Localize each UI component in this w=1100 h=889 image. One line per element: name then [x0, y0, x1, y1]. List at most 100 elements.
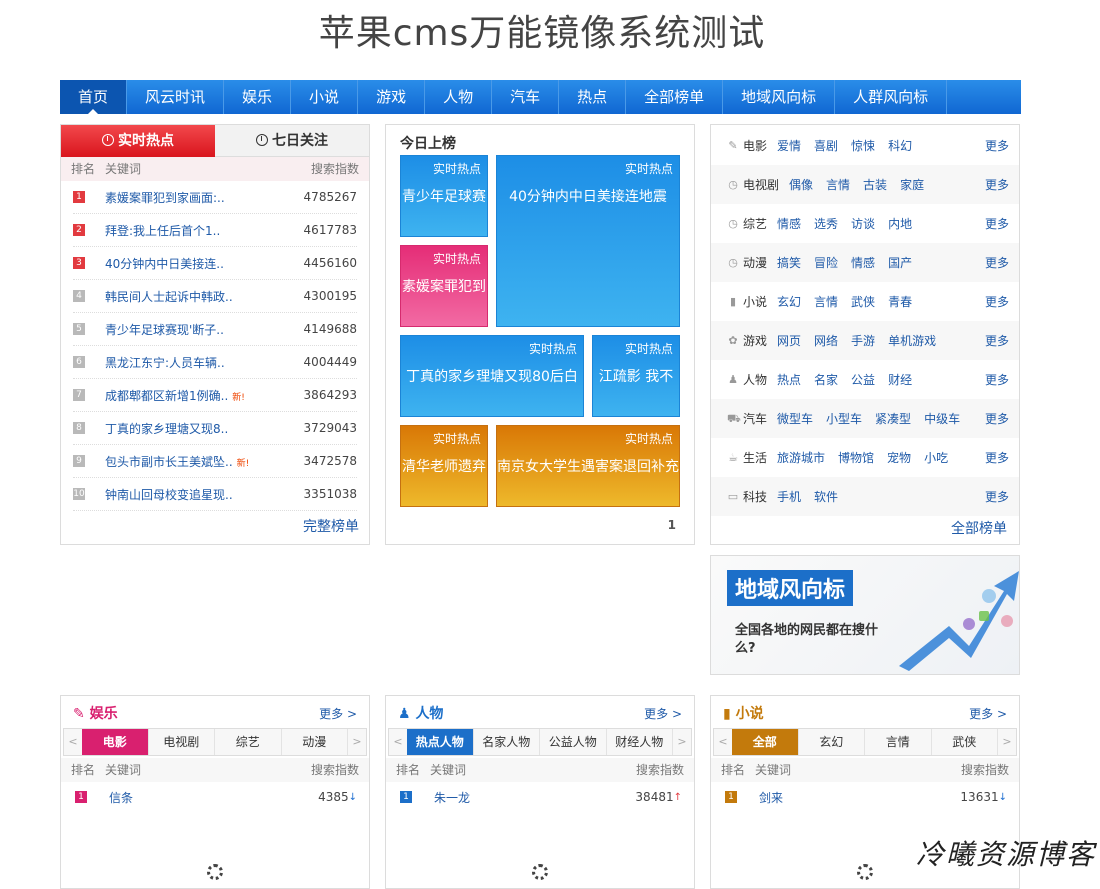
bottom-tab[interactable]: 名家人物: [474, 729, 540, 755]
subcategory-link[interactable]: 科幻: [888, 137, 912, 154]
subcategory-link[interactable]: 情感: [851, 254, 875, 271]
nav-item[interactable]: 人物: [425, 80, 493, 114]
subcategory-link[interactable]: 国产: [888, 254, 912, 271]
subcategory-link[interactable]: 公益: [851, 371, 875, 388]
prev-arrow-icon[interactable]: <: [389, 729, 407, 755]
more-link[interactable]: 更多: [985, 410, 1009, 427]
tab-seven-day[interactable]: 七日关注: [215, 125, 369, 157]
subcategory-link[interactable]: 财经: [888, 371, 912, 388]
category-name[interactable]: 汽车: [743, 410, 767, 427]
category-name[interactable]: 电影: [743, 137, 767, 154]
hot-tile[interactable]: 实时热点 素媛案罪犯到: [400, 245, 488, 327]
subcategory-link[interactable]: 名家: [814, 371, 838, 388]
rank-keyword[interactable]: 素媛案罪犯到家画面:..: [105, 189, 297, 206]
subcategory-link[interactable]: 选秀: [814, 215, 838, 232]
category-name[interactable]: 科技: [743, 488, 767, 505]
category-name[interactable]: 人物: [743, 371, 767, 388]
subcategory-link[interactable]: 玄幻: [777, 293, 801, 310]
subcategory-link[interactable]: 惊悚: [851, 137, 875, 154]
subcategory-link[interactable]: 喜剧: [814, 137, 838, 154]
subcategory-link[interactable]: 手机: [777, 488, 801, 505]
more-link[interactable]: 更多: [985, 488, 1009, 505]
category-name[interactable]: 游戏: [743, 332, 767, 349]
rank-row[interactable]: 8 丁真的家乡理塘又现8.. 3729043: [73, 412, 357, 445]
bottom-tab[interactable]: 武侠: [932, 729, 998, 755]
hot-tile[interactable]: 实时热点 40分钟内中日美接连地震: [496, 155, 680, 327]
more-link[interactable]: 更多: [985, 176, 1009, 193]
subcategory-link[interactable]: 微型车: [777, 410, 813, 427]
more-link[interactable]: 更多: [985, 449, 1009, 466]
bottom-tab[interactable]: 电影: [82, 729, 149, 755]
hot-tile[interactable]: 实时热点 清华老师遗弃: [400, 425, 488, 507]
more-link[interactable]: 更多: [985, 332, 1009, 349]
bottom-tab[interactable]: 言情: [865, 729, 932, 755]
prev-arrow-icon[interactable]: <: [64, 729, 82, 755]
subcategory-link[interactable]: 宠物: [887, 449, 911, 466]
subcategory-link[interactable]: 内地: [888, 215, 912, 232]
more-link[interactable]: 更多 >: [319, 705, 357, 722]
nav-item[interactable]: 娱乐: [224, 80, 292, 114]
bottom-tab[interactable]: 玄幻: [799, 729, 865, 755]
tab-realtime-hot[interactable]: 实时热点: [61, 125, 215, 157]
subcategory-link[interactable]: 热点: [777, 371, 801, 388]
rank-row[interactable]: 1 朱一龙 38481 ↑: [386, 782, 694, 812]
rank-keyword[interactable]: 钟南山回母校变追星现..: [105, 486, 297, 503]
hot-tile[interactable]: 实时热点 南京女大学生遇害案退回补充: [496, 425, 680, 507]
subcategory-link[interactable]: 紧凑型: [875, 410, 911, 427]
subcategory-link[interactable]: 爱情: [777, 137, 801, 154]
nav-item[interactable]: 首页: [60, 80, 128, 114]
more-link[interactable]: 更多: [985, 215, 1009, 232]
hot-tile[interactable]: 实时热点 青少年足球赛: [400, 155, 488, 237]
next-arrow-icon[interactable]: >: [348, 729, 366, 755]
all-lists-link[interactable]: 全部榜单: [951, 518, 1007, 538]
subcategory-link[interactable]: 青春: [888, 293, 912, 310]
bottom-tab[interactable]: 热点人物: [407, 729, 474, 755]
subcategory-link[interactable]: 网络: [814, 332, 838, 349]
rank-row[interactable]: 1 信条 4385 ↓: [61, 782, 369, 812]
category-name[interactable]: 电视剧: [743, 176, 779, 193]
nav-item[interactable]: 地域风向标: [723, 80, 836, 114]
subcategory-link[interactable]: 博物馆: [838, 449, 874, 466]
more-link[interactable]: 更多: [985, 293, 1009, 310]
next-arrow-icon[interactable]: >: [998, 729, 1016, 755]
subcategory-link[interactable]: 古装: [863, 176, 887, 193]
subcategory-link[interactable]: 言情: [814, 293, 838, 310]
more-link[interactable]: 更多: [985, 137, 1009, 154]
rank-keyword[interactable]: 韩民间人士起诉中韩政..: [105, 288, 297, 305]
rank-keyword[interactable]: 40分钟内中日美接连..: [105, 255, 297, 272]
hot-tile[interactable]: 实时热点 江疏影 我不: [592, 335, 680, 417]
rank-keyword[interactable]: 成都郫都区新增1例确.. 新!: [105, 387, 297, 404]
rank-keyword[interactable]: 丁真的家乡理塘又现8..: [105, 420, 297, 437]
subcategory-link[interactable]: 家庭: [900, 176, 924, 193]
rank-keyword[interactable]: 朱一龙: [434, 789, 635, 806]
rank-row[interactable]: 2 拜登:我上任后首个1.. 4617783: [73, 214, 357, 247]
more-link[interactable]: 更多: [985, 254, 1009, 271]
subcategory-link[interactable]: 小吃: [924, 449, 948, 466]
rank-row[interactable]: 9 包头市副市长王美斌坠.. 新! 3472578: [73, 445, 357, 478]
more-link[interactable]: 更多 >: [644, 705, 682, 722]
category-name[interactable]: 生活: [743, 449, 767, 466]
rank-row[interactable]: 1 素媛案罪犯到家画面:.. 4785267: [73, 181, 357, 214]
subcategory-link[interactable]: 旅游城市: [777, 449, 825, 466]
rank-keyword[interactable]: 黑龙江东宁:人员车辆..: [105, 354, 297, 371]
subcategory-link[interactable]: 中级车: [924, 410, 960, 427]
rank-row[interactable]: 6 黑龙江东宁:人员车辆.. 4004449: [73, 346, 357, 379]
bottom-tab[interactable]: 电视剧: [149, 729, 215, 755]
nav-item[interactable]: 游戏: [358, 80, 426, 114]
region-banner[interactable]: 地域风向标 全国各地的网民都在搜什么?: [710, 555, 1020, 675]
full-list-link[interactable]: 完整榜单: [303, 516, 359, 536]
subcategory-link[interactable]: 单机游戏: [888, 332, 936, 349]
rank-keyword[interactable]: 青少年足球赛现'断子..: [105, 321, 297, 338]
more-link[interactable]: 更多 >: [969, 705, 1007, 722]
bottom-tab[interactable]: 综艺: [215, 729, 282, 755]
subcategory-link[interactable]: 访谈: [851, 215, 875, 232]
category-name[interactable]: 动漫: [743, 254, 767, 271]
nav-item[interactable]: 人群风向标: [835, 80, 948, 114]
hot-tile[interactable]: 实时热点 丁真的家乡理塘又现80后白: [400, 335, 584, 417]
rank-row[interactable]: 3 40分钟内中日美接连.. 4456160: [73, 247, 357, 280]
rank-row[interactable]: 10 钟南山回母校变追星现.. 3351038: [73, 478, 357, 511]
bottom-tab[interactable]: 全部: [732, 729, 799, 755]
next-arrow-icon[interactable]: >: [673, 729, 691, 755]
bottom-tab[interactable]: 公益人物: [540, 729, 607, 755]
nav-item[interactable]: 汽车: [492, 80, 560, 114]
